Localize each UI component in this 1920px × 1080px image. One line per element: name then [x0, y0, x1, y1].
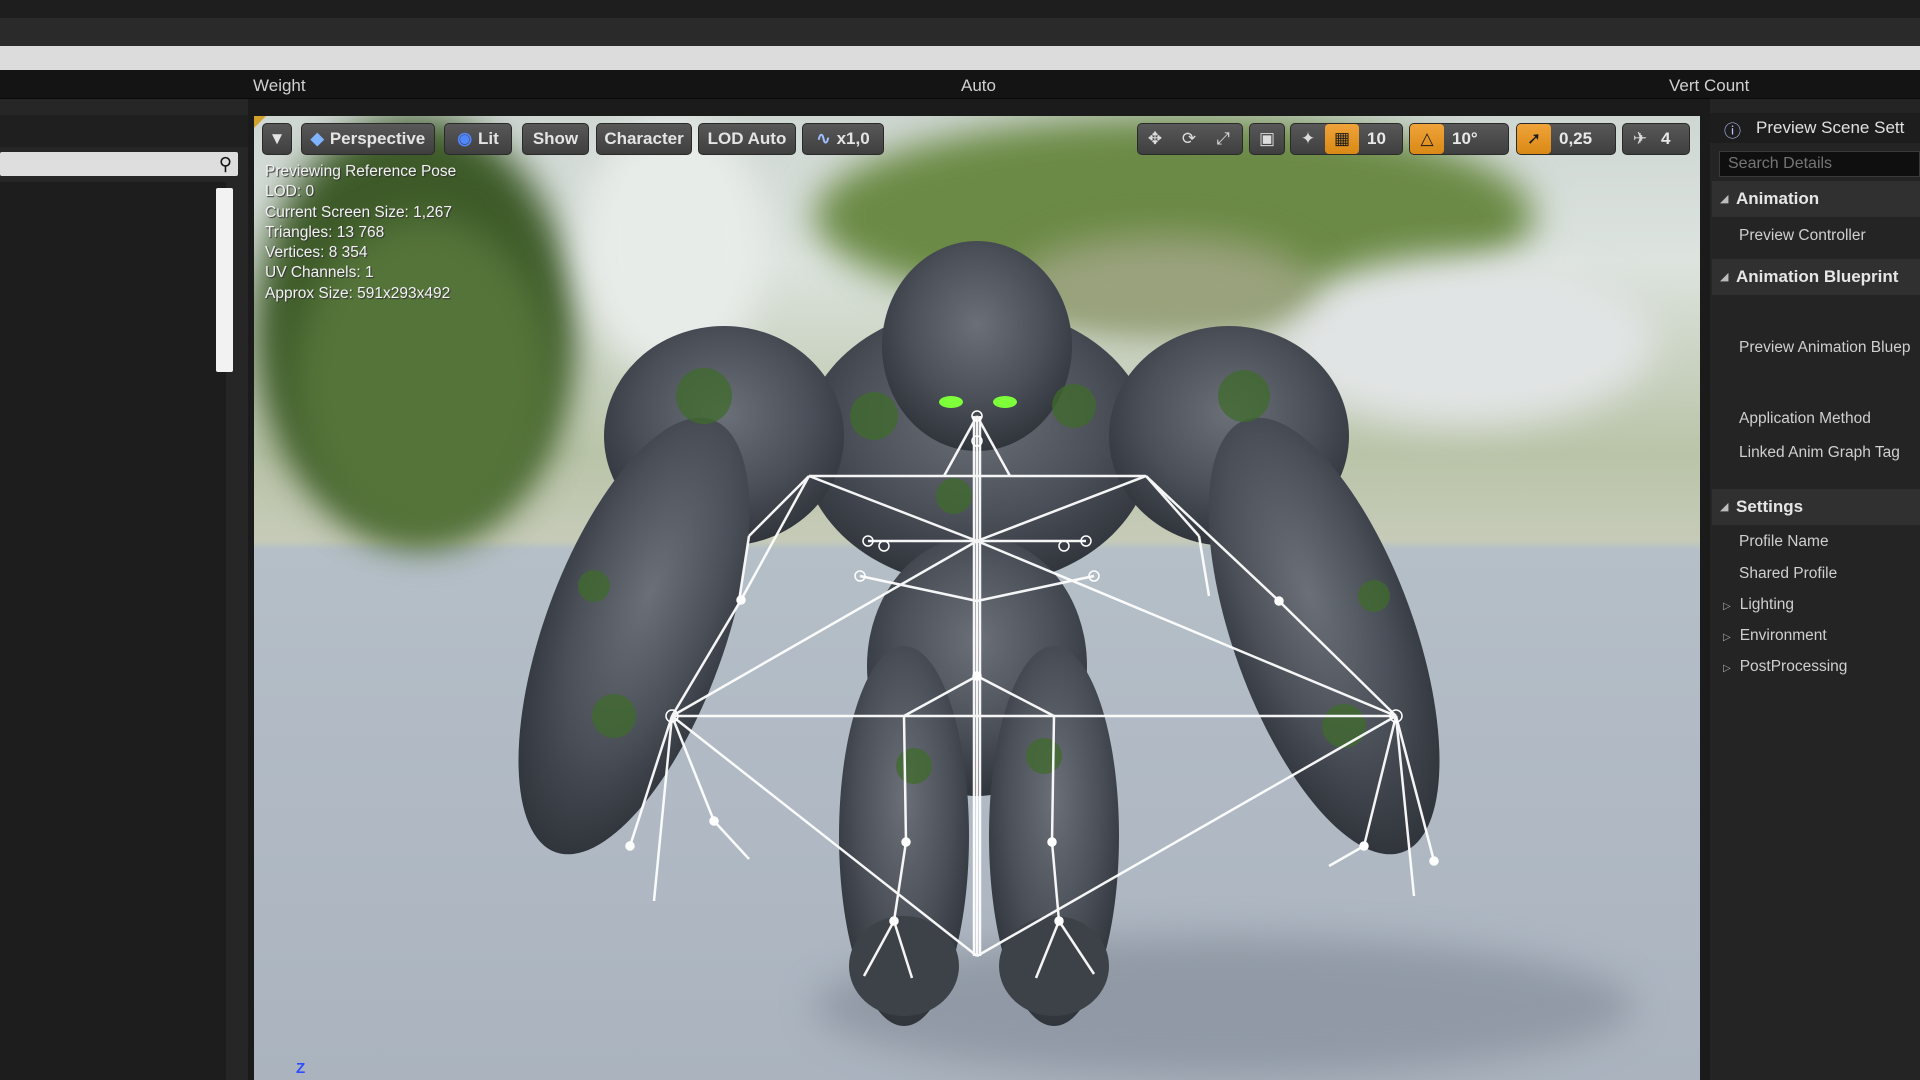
- character-mesh[interactable]: [254, 116, 1700, 1080]
- left-panel-header: [0, 115, 248, 147]
- tab-strip: [0, 18, 1920, 46]
- property-linked-anim-graph-tag: Linked Anim Graph Tag: [1739, 444, 1900, 461]
- stats-approx-size: Approx Size: 591x293x492: [265, 284, 451, 302]
- scale-snap-value[interactable]: 0,25: [1551, 129, 1600, 149]
- stats-uv-channels: UV Channels: 1: [265, 264, 374, 282]
- collapse-arrow-icon: ◢: [1720, 501, 1729, 513]
- grid-snap-group: ✦ ▦ 10: [1290, 123, 1403, 155]
- info-icon: ⓘ: [1724, 122, 1741, 141]
- rotation-snap-icon[interactable]: △: [1410, 124, 1444, 154]
- chevron-down-icon: ▼: [268, 129, 286, 148]
- stats-vertices: Vertices: 8 354: [265, 244, 368, 262]
- camera-speed-icon[interactable]: ✈: [1623, 124, 1657, 154]
- axis-gizmo-z: Z: [296, 1060, 306, 1077]
- lit-sphere-icon: ◉: [457, 129, 473, 148]
- rotation-snap-value[interactable]: 10°: [1444, 129, 1486, 149]
- view-mode-lit-button[interactable]: ◉ Lit: [444, 123, 512, 155]
- viewport-options-button[interactable]: ▼: [262, 123, 292, 155]
- expand-arrow-icon: ▷: [1723, 632, 1731, 643]
- category-animation[interactable]: ◢ Animation: [1712, 181, 1920, 217]
- transform-tools: ✥ ⟳ ⤢: [1137, 123, 1243, 155]
- perspective-icon: ◆: [310, 129, 324, 148]
- grid-snap-icon[interactable]: ▦: [1325, 124, 1359, 154]
- left-panel-list: [0, 182, 226, 1080]
- left-search-input[interactable]: ⚲: [0, 152, 238, 176]
- expand-arrow-icon: ▷: [1723, 663, 1731, 674]
- perspective-button[interactable]: ◆ Perspective: [301, 123, 435, 155]
- scale-icon[interactable]: ⤢: [1206, 124, 1240, 154]
- stats-preview-pose: Previewing Reference Pose: [265, 163, 457, 180]
- window-title-bar: [0, 0, 1920, 18]
- translate-icon[interactable]: ✥: [1138, 124, 1172, 154]
- scale-snap-group: ➚ 0,25: [1516, 123, 1616, 155]
- group-postprocessing[interactable]: ▷ PostProcessing: [1723, 658, 1847, 676]
- column-weight[interactable]: Weight: [253, 76, 306, 96]
- grid-snap-value[interactable]: 10: [1359, 129, 1394, 149]
- property-preview-anim-blueprint: Preview Animation Bluep: [1739, 339, 1911, 356]
- scale-snap-icon[interactable]: ➚: [1517, 124, 1551, 154]
- scrollbar[interactable]: [216, 188, 233, 372]
- show-button[interactable]: Show: [522, 123, 589, 155]
- column-vert-count[interactable]: Vert Count: [1669, 76, 1749, 96]
- expand-arrow-icon: ▷: [1723, 601, 1731, 612]
- column-auto[interactable]: Auto: [961, 76, 996, 96]
- collapse-arrow-icon: ◢: [1720, 193, 1729, 205]
- camera-speed-value[interactable]: 4: [1657, 129, 1674, 149]
- details-search[interactable]: [1719, 151, 1920, 177]
- property-application-method: Application Method: [1739, 410, 1871, 427]
- viewport-stats: Previewing Reference Pose LOD: 0 Current…: [265, 162, 456, 304]
- lod-button[interactable]: LOD Auto: [698, 123, 796, 155]
- details-panel: [1710, 99, 1920, 1080]
- property-profile-name: Profile Name: [1739, 533, 1829, 550]
- category-animation-blueprint[interactable]: ◢ Animation Blueprint: [1712, 259, 1920, 295]
- viewport[interactable]: ▼ ◆ Perspective ◉ Lit Show Character LOD…: [254, 116, 1700, 1080]
- group-lighting[interactable]: ▷ Lighting: [1723, 596, 1794, 614]
- stats-lod: LOD: 0: [265, 183, 315, 201]
- search-details-input[interactable]: [1720, 152, 1919, 176]
- stats-screen-size: Current Screen Size: 1,267: [265, 203, 452, 221]
- playback-speed-button[interactable]: ∿ x1,0: [802, 123, 884, 155]
- collapse-arrow-icon: ◢: [1720, 271, 1729, 283]
- list-column-header: Weight Auto Vert Count: [0, 70, 1920, 99]
- speed-icon: ∿: [816, 129, 831, 148]
- surface-snap-icon[interactable]: ✦: [1291, 124, 1325, 154]
- group-environment[interactable]: ▷ Environment: [1723, 627, 1827, 645]
- coordinate-system: ▣: [1249, 123, 1285, 155]
- character-button[interactable]: Character: [596, 123, 692, 155]
- stats-triangles: Triangles: 13 768: [265, 223, 385, 241]
- world-space-icon[interactable]: ▣: [1250, 124, 1284, 154]
- toolbar-strip: [0, 46, 1920, 70]
- camera-speed-group: ✈ 4: [1622, 123, 1690, 155]
- details-tab[interactable]: ⓘ Preview Scene Sett: [1710, 113, 1920, 143]
- property-preview-controller: Preview Controller: [1739, 227, 1866, 244]
- rotate-icon[interactable]: ⟳: [1172, 124, 1206, 154]
- rotation-snap-group: △ 10°: [1409, 123, 1509, 155]
- category-settings[interactable]: ◢ Settings: [1712, 489, 1920, 525]
- search-icon[interactable]: ⚲: [219, 154, 232, 175]
- property-shared-profile: Shared Profile: [1739, 565, 1838, 582]
